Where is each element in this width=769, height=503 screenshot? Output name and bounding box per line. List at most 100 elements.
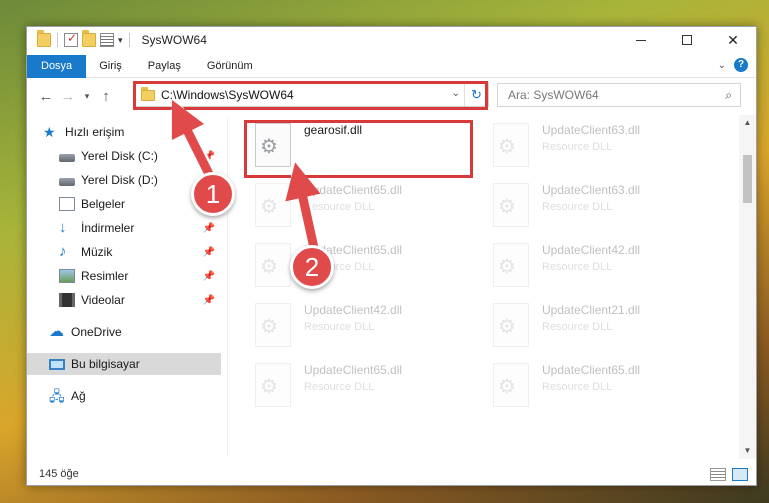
scrollbar-thumb[interactable]: [743, 155, 752, 203]
nav-item-downloads[interactable]: ↓ İndirmeler 📌: [27, 217, 221, 239]
file-tile[interactable]: UpdateClient63.dll Resource DLL: [483, 115, 713, 173]
file-type: Resource DLL: [304, 201, 375, 213]
up-arrow-icon[interactable]: ↑: [95, 88, 117, 105]
file-tile[interactable]: UpdateClient65.dll Resource DLL: [245, 235, 475, 293]
file-tile[interactable]: UpdateClient65.dll Resource DLL: [245, 175, 475, 233]
videos-icon: [59, 293, 75, 307]
refresh-icon[interactable]: ↻: [464, 84, 488, 106]
search-icon[interactable]: ⌕: [725, 88, 732, 103]
scroll-up-icon[interactable]: ▲: [739, 115, 756, 131]
dll-file-icon: [493, 183, 529, 227]
file-name: UpdateClient63.dll: [542, 123, 641, 137]
tab-view[interactable]: Görünüm: [194, 55, 266, 78]
expand-ribbon-icon[interactable]: ⌄: [718, 60, 726, 71]
step-1-callout: 1: [191, 172, 235, 216]
file-name: UpdateClient65.dll: [304, 363, 403, 377]
this-pc-icon: [49, 358, 65, 370]
title-bar: ▾ SysWOW64 ✕: [27, 27, 756, 53]
folder-icon[interactable]: [37, 30, 51, 47]
pin-icon[interactable]: 📌: [203, 295, 215, 306]
address-history-dropdown-icon[interactable]: ⌄: [452, 88, 460, 99]
nav-item-label: Belgeler: [81, 197, 126, 211]
new-folder-icon[interactable]: [82, 30, 96, 47]
quick-access-toolbar: ▾: [37, 30, 132, 47]
pictures-icon: [59, 269, 75, 283]
recent-locations-icon[interactable]: ▾: [79, 91, 95, 102]
file-type: Resource DLL: [542, 381, 613, 393]
search-placeholder: Ara: SysWOW64: [508, 88, 599, 102]
nav-item-label: Yerel Disk (D:): [81, 173, 158, 187]
nav-item-pictures[interactable]: Resimler 📌: [27, 265, 221, 287]
nav-item-label: Bu bilgisayar: [71, 357, 140, 371]
file-type: Resource DLL: [542, 141, 613, 153]
star-icon: ★: [43, 124, 56, 140]
forward-arrow-icon[interactable]: →: [57, 88, 79, 105]
properties-check-icon[interactable]: [64, 31, 78, 47]
address-path[interactable]: C:\Windows\SysWOW64: [161, 88, 294, 102]
vertical-scrollbar[interactable]: ▲ ▼: [739, 115, 756, 459]
file-type: Resource DLL: [542, 321, 613, 333]
pin-icon[interactable]: 📌: [203, 247, 215, 258]
dll-file-icon: [493, 243, 529, 287]
file-name: UpdateClient65.dll: [304, 183, 403, 197]
pin-icon[interactable]: 📌: [203, 151, 215, 162]
file-name: UpdateClient63.dll: [542, 183, 641, 197]
details-view-icon[interactable]: [710, 468, 726, 481]
file-type: Resource DLL: [304, 321, 375, 333]
file-tile-gearosif[interactable]: gearosif.dll: [245, 115, 475, 173]
tab-home[interactable]: Giriş: [86, 55, 135, 78]
nav-item-quick-access[interactable]: ★ Hızlı erişim: [27, 121, 221, 143]
nav-item-label: Ağ: [71, 389, 86, 403]
disk-icon: [59, 153, 75, 162]
file-tile[interactable]: UpdateClient65.dll Resource DLL: [245, 355, 475, 413]
nav-item-label: OneDrive: [71, 325, 122, 339]
item-count: 145 öğe: [39, 468, 79, 480]
file-tile[interactable]: UpdateClient42.dll Resource DLL: [483, 235, 713, 293]
status-bar: 145 öğe: [27, 463, 756, 485]
help-icon[interactable]: ?: [734, 58, 748, 72]
nav-item-network[interactable]: 🖧 Ağ: [27, 385, 221, 407]
pin-icon[interactable]: 📌: [203, 271, 215, 282]
file-tile[interactable]: UpdateClient21.dll Resource DLL: [483, 295, 713, 353]
file-tile[interactable]: UpdateClient42.dll Resource DLL: [245, 295, 475, 353]
dll-file-icon: [255, 123, 291, 167]
dll-file-icon: [493, 303, 529, 347]
back-arrow-icon[interactable]: ←: [35, 88, 57, 105]
address-bar[interactable]: C:\Windows\SysWOW64 ⌄ ↻: [135, 83, 489, 107]
music-icon: ♪: [59, 243, 67, 260]
close-button[interactable]: ✕: [710, 27, 756, 53]
nav-item-videos[interactable]: Videolar 📌: [27, 289, 221, 311]
minimize-icon: [636, 39, 646, 41]
network-icon: 🖧: [49, 388, 65, 404]
dll-file-icon: [493, 123, 529, 167]
maximize-icon: [682, 35, 692, 45]
search-input[interactable]: Ara: SysWOW64 ⌕: [497, 83, 741, 107]
file-explorer-window: ▾ SysWOW64 ✕ Dosya Giriş Paylaş Görünüm …: [26, 26, 757, 486]
nav-item-local-disk-c[interactable]: Yerel Disk (C:) 📌: [27, 145, 221, 167]
pin-icon[interactable]: 📌: [203, 223, 215, 234]
tab-file[interactable]: Dosya: [27, 54, 87, 78]
properties-icon[interactable]: [100, 33, 114, 47]
file-tile[interactable]: UpdateClient65.dll Resource DLL: [483, 355, 713, 413]
tab-share[interactable]: Paylaş: [135, 55, 194, 78]
file-tile[interactable]: UpdateClient63.dll Resource DLL: [483, 175, 713, 233]
ribbon-tabs: Dosya Giriş Paylaş Görünüm ⌄ ?: [27, 54, 756, 78]
step-2-callout: 2: [290, 245, 334, 289]
nav-item-this-pc[interactable]: Bu bilgisayar: [27, 353, 221, 375]
nav-item-onedrive[interactable]: ☁ OneDrive: [27, 321, 221, 343]
customize-toolbar-dropdown-icon[interactable]: ▾: [118, 35, 123, 46]
pane-divider[interactable]: [227, 117, 228, 457]
file-name: UpdateClient42.dll: [304, 303, 403, 317]
file-name: UpdateClient42.dll: [542, 243, 641, 257]
scroll-down-icon[interactable]: ▼: [739, 443, 756, 459]
file-type: Resource DLL: [542, 261, 613, 273]
navigation-pane: ★ Hızlı erişim Yerel Disk (C:) 📌 Yerel D…: [27, 117, 223, 457]
file-name: UpdateClient21.dll: [542, 303, 641, 317]
nav-item-music[interactable]: ♪ Müzik 📌: [27, 241, 221, 263]
minimize-button[interactable]: [618, 27, 664, 53]
file-name: gearosif.dll: [304, 123, 363, 137]
tiles-view-icon[interactable]: [732, 468, 748, 481]
maximize-button[interactable]: [664, 27, 710, 53]
documents-icon: [59, 197, 75, 211]
nav-item-label: Yerel Disk (C:): [81, 149, 158, 163]
